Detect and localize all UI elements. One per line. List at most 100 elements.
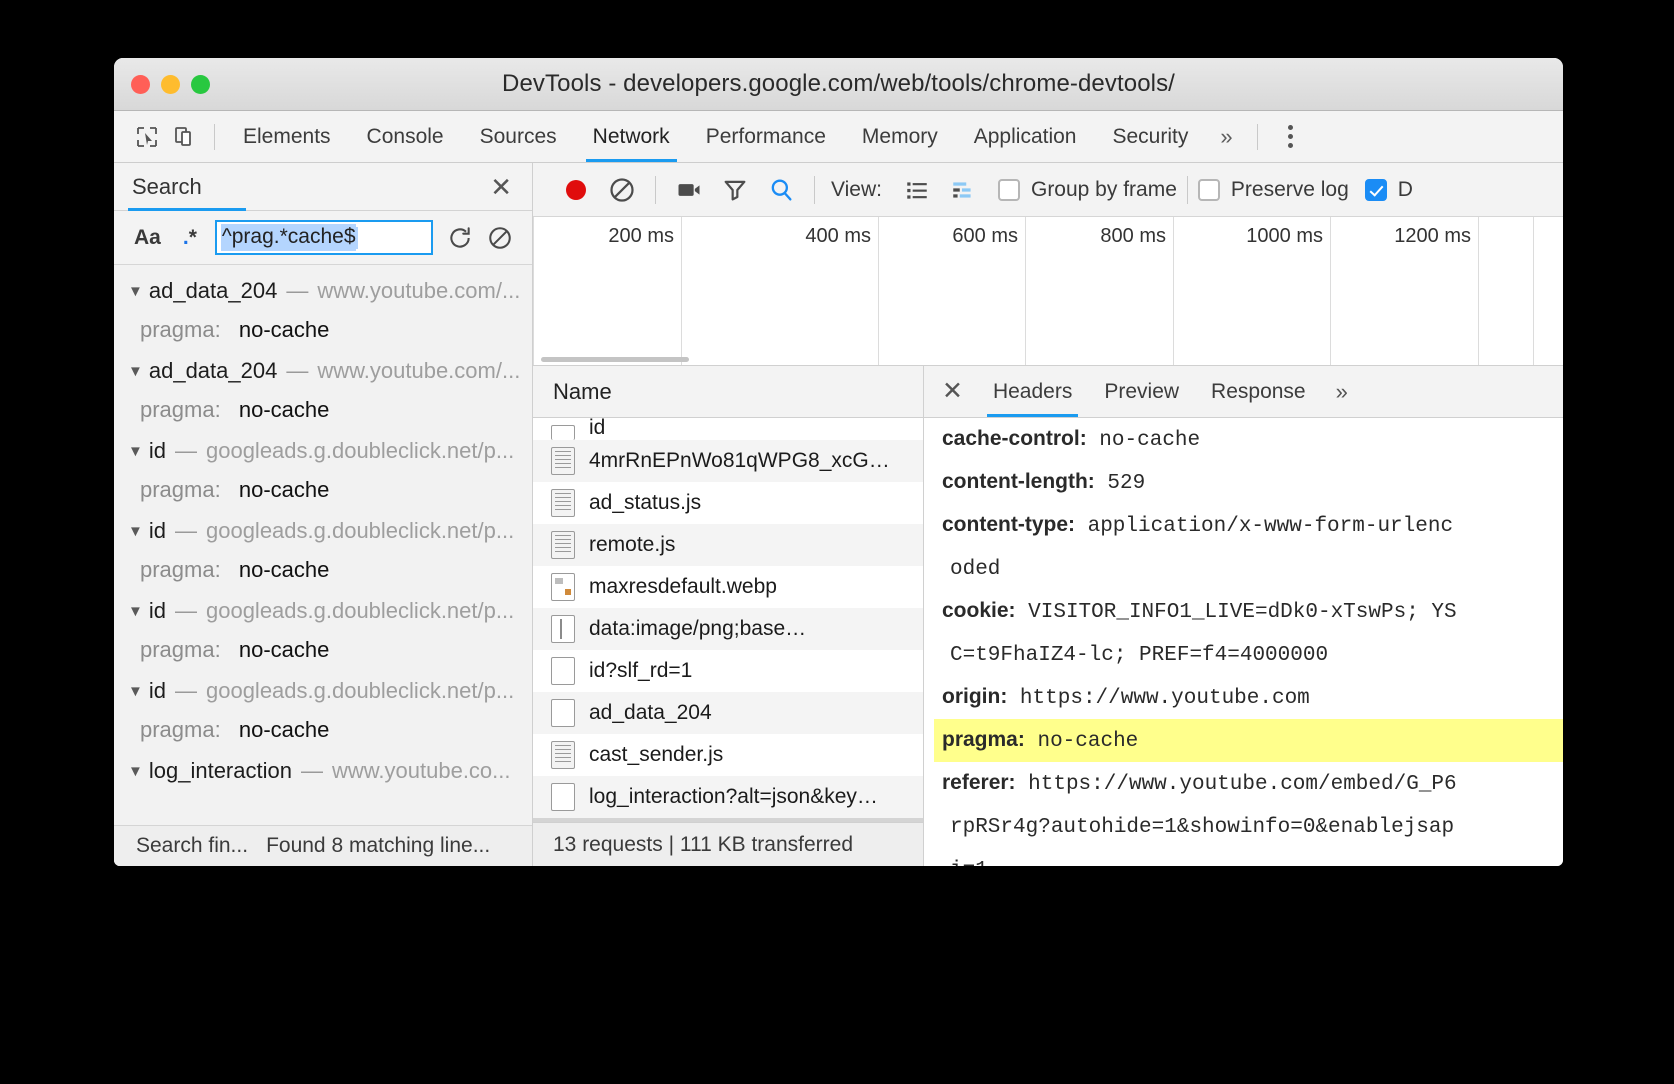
expand-triangle-icon[interactable]: ▼	[128, 363, 143, 380]
record-button-icon[interactable]	[553, 167, 599, 213]
close-icon[interactable]: ✕	[484, 172, 518, 202]
list-view-icon[interactable]	[894, 167, 940, 213]
checkbox-box[interactable]	[1365, 179, 1387, 201]
tab-headers[interactable]: Headers	[977, 366, 1088, 417]
tab-performance[interactable]: Performance	[688, 111, 844, 162]
search-results-list[interactable]: ▼ ad_data_204 — www.youtube.com/... prag…	[114, 265, 532, 825]
table-row[interactable]: cast_sender.js	[533, 734, 923, 776]
search-result-header[interactable]: ▼ id — googleads.g.doubleclick.net/p...	[114, 511, 532, 551]
waterfall-view-icon[interactable]	[940, 167, 986, 213]
inspect-cursor-icon[interactable]	[128, 118, 166, 156]
request-column-header[interactable]: Name	[533, 366, 923, 418]
table-row[interactable]: id	[533, 418, 923, 440]
plain-file-icon	[551, 783, 575, 811]
header-key: cookie:	[942, 599, 1016, 622]
search-result-header[interactable]: ▼ ad_data_204 — www.youtube.com/...	[114, 271, 532, 311]
timeline-ruler: 200 ms 400 ms 600 ms 800 ms 1000 ms 1200…	[533, 217, 1563, 365]
clear-icon[interactable]	[487, 225, 513, 251]
search-result-group[interactable]: ▼ id — googleads.g.doubleclick.net/p... …	[114, 591, 532, 669]
expand-triangle-icon[interactable]: ▼	[128, 683, 143, 700]
group-by-frame-checkbox[interactable]: Group by frame	[998, 178, 1177, 202]
search-result-header[interactable]: ▼ log_interaction — www.youtube.co...	[114, 751, 532, 791]
search-result-line[interactable]: pragma: no-cache	[114, 391, 532, 429]
close-icon[interactable]: ✕	[938, 379, 977, 404]
network-overview-timeline[interactable]: 200 ms 400 ms 600 ms 800 ms 1000 ms 1200…	[533, 217, 1563, 366]
header-key: content-type:	[942, 513, 1075, 536]
search-result-line[interactable]: pragma: no-cache	[114, 311, 532, 349]
kebab-menu-icon[interactable]	[1274, 118, 1308, 156]
clear-network-icon[interactable]	[599, 167, 645, 213]
search-result-line[interactable]: pragma: no-cache	[114, 711, 532, 749]
search-result-group[interactable]: ▼ id — googleads.g.doubleclick.net/p... …	[114, 671, 532, 749]
search-result-line[interactable]: pragma: no-cache	[114, 471, 532, 509]
search-result-key: pragma:	[140, 397, 221, 422]
camera-icon[interactable]	[666, 167, 712, 213]
expand-triangle-icon[interactable]: ▼	[128, 603, 143, 620]
table-row[interactable]: 4mrRnEPnWo81qWPG8_xcG…	[533, 440, 923, 482]
zoom-window-button[interactable]	[191, 75, 210, 94]
tab-memory[interactable]: Memory	[844, 111, 956, 162]
checkbox-box[interactable]	[1198, 179, 1220, 201]
search-result-line[interactable]: pragma: no-cache	[114, 631, 532, 669]
search-result-header[interactable]: ▼ id — googleads.g.doubleclick.net/p...	[114, 671, 532, 711]
preserve-log-checkbox[interactable]: Preserve log	[1198, 178, 1349, 202]
table-row[interactable]: data:image/png;base…	[533, 608, 923, 650]
expand-triangle-icon[interactable]: ▼	[128, 443, 143, 460]
header-value: https://www.youtube.com/embed/G_P6	[1016, 773, 1457, 796]
toolbar-divider	[214, 124, 215, 150]
search-result-line[interactable]: pragma: no-cache	[114, 551, 532, 589]
request-list[interactable]: id 4mrRnEPnWo81qWPG8_xcG… ad_status.js	[533, 418, 923, 822]
table-row[interactable]: id?slf_rd=1	[533, 650, 923, 692]
more-tabs-chevron-icon[interactable]: »	[1206, 124, 1246, 150]
device-toolbar-icon[interactable]	[166, 118, 204, 156]
search-result-group[interactable]: ▼ id — googleads.g.doubleclick.net/p... …	[114, 431, 532, 509]
expand-triangle-icon[interactable]: ▼	[128, 283, 143, 300]
search-result-name: id	[149, 678, 166, 704]
match-case-button[interactable]: Aa	[130, 224, 165, 252]
tab-preview[interactable]: Preview	[1088, 366, 1195, 417]
tab-response[interactable]: Response	[1195, 366, 1322, 417]
search-input[interactable]: ^prag.*cache$	[215, 220, 433, 255]
overview-scrollbar-left[interactable]	[541, 357, 689, 362]
disable-cache-checkbox[interactable]: D	[1365, 178, 1413, 202]
search-result-group[interactable]: ▼ ad_data_204 — www.youtube.com/... prag…	[114, 271, 532, 349]
search-result-group[interactable]: ▼ id — googleads.g.doubleclick.net/p... …	[114, 511, 532, 589]
search-result-header[interactable]: ▼ id — googleads.g.doubleclick.net/p...	[114, 431, 532, 471]
tab-application[interactable]: Application	[956, 111, 1095, 162]
refresh-icon[interactable]	[447, 225, 473, 251]
expand-triangle-icon[interactable]: ▼	[128, 763, 143, 780]
table-row[interactable]: maxresdefault.webp	[533, 566, 923, 608]
tab-network[interactable]: Network	[575, 111, 688, 162]
search-result-header[interactable]: ▼ ad_data_204 — www.youtube.com/...	[114, 351, 532, 391]
search-result-url: googleads.g.doubleclick.net/p...	[206, 438, 514, 464]
search-magnifier-icon[interactable]	[758, 167, 804, 213]
more-tabs-chevron-icon[interactable]: »	[1322, 379, 1362, 405]
tab-console[interactable]: Console	[349, 111, 462, 162]
search-result-group[interactable]: ▼ log_interaction — www.youtube.co...	[114, 751, 532, 791]
headers-list[interactable]: cache-control: no-cache content-length: …	[924, 418, 1563, 866]
search-result-url: googleads.g.doubleclick.net/p...	[206, 518, 514, 544]
minimize-window-button[interactable]	[161, 75, 180, 94]
search-result-group[interactable]: ▼ ad_data_204 — www.youtube.com/... prag…	[114, 351, 532, 429]
table-row[interactable]: log_interaction?alt=json&key…	[533, 776, 923, 818]
expand-triangle-icon[interactable]: ▼	[128, 523, 143, 540]
search-status-bar: Search fin... Found 8 matching line...	[114, 825, 532, 866]
tab-security[interactable]: Security	[1094, 111, 1206, 162]
tab-elements[interactable]: Elements	[225, 111, 349, 162]
header-row-highlighted: pragma: no-cache	[934, 719, 1563, 762]
request-detail-pane: ✕ Headers Preview Response » cache-contr…	[924, 366, 1563, 866]
table-row[interactable]: ad_status.js	[533, 482, 923, 524]
filter-funnel-icon[interactable]	[712, 167, 758, 213]
request-name: log_interaction?alt=json&key…	[589, 785, 878, 809]
close-window-button[interactable]	[131, 75, 150, 94]
checkbox-box[interactable]	[998, 179, 1020, 201]
regex-toggle-button[interactable]: .*	[179, 224, 201, 252]
search-result-header[interactable]: ▼ id — googleads.g.doubleclick.net/p...	[114, 591, 532, 631]
search-toolbar: Aa .* ^prag.*cache$	[114, 211, 532, 265]
search-result-key: pragma:	[140, 477, 221, 502]
data-uri-icon	[551, 615, 575, 643]
table-row[interactable]: ad_data_204	[533, 692, 923, 734]
table-row[interactable]: remote.js	[533, 524, 923, 566]
devtools-window: DevTools - developers.google.com/web/too…	[114, 58, 1563, 866]
tab-sources[interactable]: Sources	[462, 111, 575, 162]
